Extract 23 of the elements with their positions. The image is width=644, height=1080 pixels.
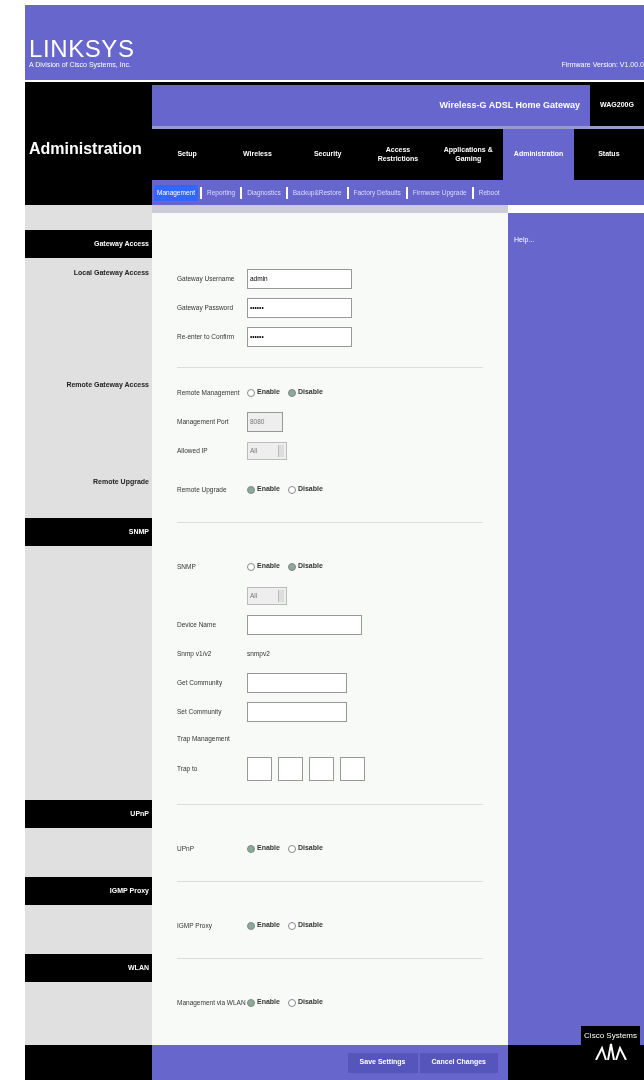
ip-octet-field[interactable] [247, 757, 272, 781]
input-field[interactable] [247, 614, 362, 635]
cisco-logo: Cisco Systems [581, 1025, 640, 1060]
radio-button[interactable] [287, 921, 296, 930]
page-title: Administration [29, 138, 143, 159]
radio-button[interactable] [287, 562, 296, 571]
linksys-logo: LINKSYS [29, 37, 135, 62]
radio-button[interactable] [247, 562, 255, 571]
input-field[interactable] [247, 672, 347, 693]
radio-button[interactable] [287, 388, 296, 397]
ip-octet-field[interactable] [309, 757, 334, 781]
radio-button[interactable] [247, 844, 255, 853]
ip-octet-field[interactable] [278, 757, 303, 781]
radio-button[interactable] [287, 485, 296, 494]
radio-button[interactable] [247, 388, 255, 397]
product-name: Wireless-G ADSL Home Gateway [439, 98, 580, 112]
radio-button[interactable] [247, 921, 255, 930]
ip-octet-field[interactable] [340, 757, 365, 781]
input-field[interactable] [247, 701, 347, 722]
radio-button[interactable] [287, 998, 296, 1007]
radio-button[interactable] [287, 844, 296, 853]
radio-button[interactable] [247, 998, 255, 1007]
radio-button[interactable] [247, 485, 255, 494]
